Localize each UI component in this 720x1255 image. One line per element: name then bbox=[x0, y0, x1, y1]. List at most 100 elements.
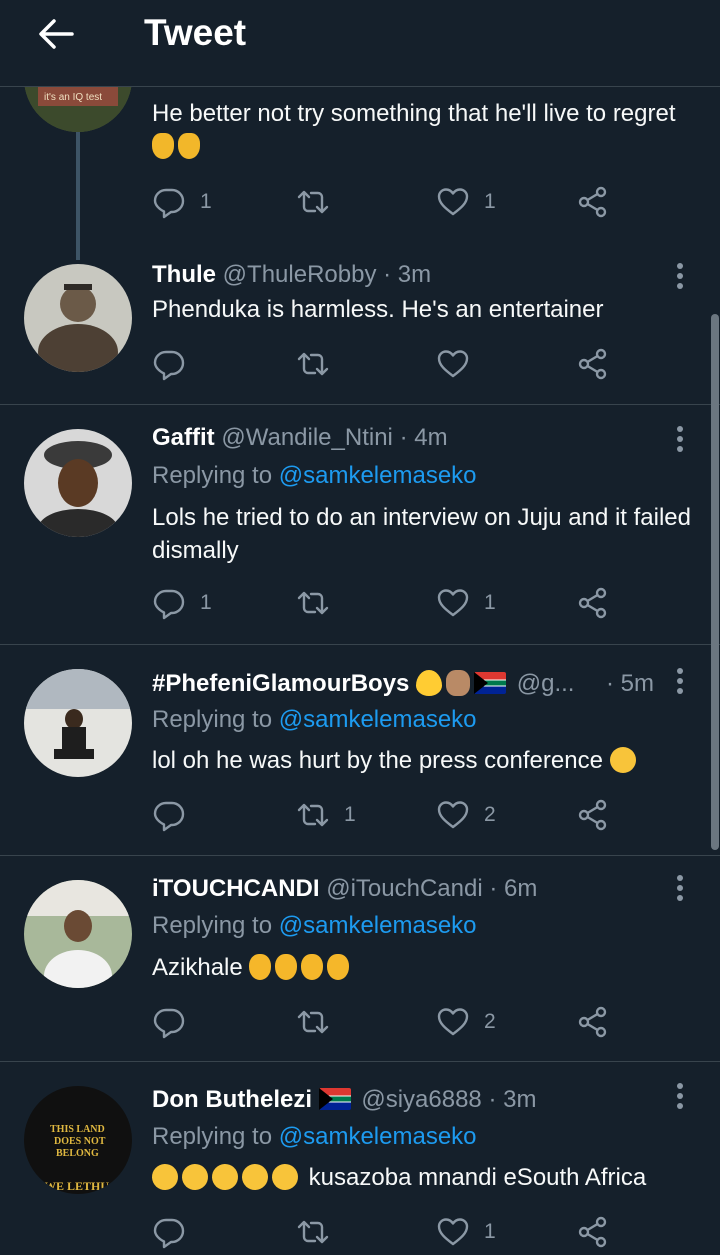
thread-line bbox=[76, 132, 80, 260]
top-bar: Tweet bbox=[0, 0, 720, 87]
avatar[interactable] bbox=[24, 264, 132, 372]
retweet-icon bbox=[296, 185, 330, 219]
replying-to: Replying to @samkelemaseko bbox=[152, 706, 477, 733]
retweet-icon bbox=[296, 798, 330, 832]
like-button[interactable]: 1 bbox=[436, 583, 496, 623]
timestamp: · 6m bbox=[489, 875, 538, 902]
share-button[interactable] bbox=[576, 795, 610, 835]
user-name[interactable]: iTOUCHCANDI bbox=[152, 875, 320, 902]
tweet-item[interactable]: Gaffit @Wandile_Ntini · 4m Replying to @… bbox=[0, 405, 720, 645]
ok-hand-emoji bbox=[275, 954, 298, 980]
crossed-fingers-emoji bbox=[152, 133, 174, 159]
retweet-button[interactable] bbox=[296, 344, 344, 384]
ok-hand-emoji bbox=[301, 954, 324, 980]
more-icon bbox=[677, 1083, 683, 1109]
user-name[interactable]: Thule bbox=[152, 261, 216, 288]
user-name[interactable]: #PhefeniGlamourBoys bbox=[152, 670, 409, 697]
user-handle[interactable]: @ThuleRobby bbox=[223, 261, 377, 288]
more-button[interactable] bbox=[664, 872, 696, 904]
ok-hand-emoji bbox=[327, 954, 350, 980]
user-handle[interactable]: @Wandile_Ntini bbox=[221, 424, 393, 451]
scrollbar[interactable] bbox=[711, 314, 719, 850]
avatar[interactable]: THIS LAND DOES NOT BELONG WE LETHU bbox=[24, 1086, 132, 1194]
user-handle[interactable]: @g... bbox=[517, 670, 575, 697]
reply-icon bbox=[152, 586, 186, 620]
back-button[interactable] bbox=[36, 14, 76, 54]
retweet-button[interactable] bbox=[296, 583, 344, 623]
user-name[interactable]: Don Buthelezi bbox=[152, 1086, 312, 1113]
reply-button[interactable]: 1 bbox=[152, 583, 212, 623]
more-button[interactable] bbox=[664, 423, 696, 455]
tweet-item[interactable]: #PhefeniGlamourBoys @g... · 5m Replying … bbox=[0, 645, 720, 856]
reply-to-link[interactable]: @samkelemaseko bbox=[279, 462, 477, 489]
svg-text:DOES NOT: DOES NOT bbox=[54, 1136, 106, 1147]
reply-to-link[interactable]: @samkelemaseko bbox=[279, 912, 477, 939]
rofl-emoji bbox=[147, 1159, 183, 1195]
tweet-actions: 2 bbox=[152, 1002, 622, 1042]
like-button[interactable]: 1 bbox=[436, 1212, 496, 1252]
share-button[interactable] bbox=[576, 1002, 610, 1042]
retweet-button[interactable] bbox=[296, 1002, 344, 1042]
retweet-button[interactable] bbox=[296, 1212, 344, 1252]
share-button[interactable] bbox=[576, 1212, 610, 1252]
share-icon bbox=[576, 347, 610, 381]
tweet-item[interactable]: Thule @ThuleRobby · 3m Phenduka is harml… bbox=[0, 250, 720, 405]
rofl-emoji bbox=[237, 1159, 273, 1195]
reply-icon bbox=[152, 347, 186, 381]
tweet-text: lol oh he was hurt by the press conferen… bbox=[152, 744, 692, 777]
reply-icon bbox=[152, 798, 186, 832]
like-button[interactable]: 2 bbox=[436, 1002, 496, 1042]
retweet-button[interactable]: 1 bbox=[296, 795, 356, 835]
tweet-meta: Don Buthelezi @siya6888 · 3m bbox=[152, 1085, 536, 1115]
tweet-item[interactable]: iTOUCHCANDI @iTouchCandi · 6m Replying t… bbox=[0, 856, 720, 1062]
more-button[interactable] bbox=[664, 260, 696, 292]
replie-count: 1 bbox=[200, 591, 212, 614]
tweet-actions bbox=[152, 344, 622, 384]
reply-button[interactable] bbox=[152, 344, 200, 384]
reply-to-link[interactable]: @samkelemaseko bbox=[279, 1123, 477, 1150]
avatar[interactable] bbox=[24, 880, 132, 988]
tweet-text: kusazoba mnandi eSouth Africa bbox=[147, 1159, 692, 1195]
more-button[interactable] bbox=[664, 665, 696, 697]
like-icon bbox=[436, 1215, 470, 1249]
retweet-icon bbox=[296, 1215, 330, 1249]
tweet-actions: 11 bbox=[152, 182, 622, 222]
timestamp: · 3m bbox=[383, 261, 432, 288]
like-button[interactable]: 2 bbox=[436, 795, 496, 835]
retweet-button[interactable] bbox=[296, 182, 344, 222]
share-button[interactable] bbox=[576, 344, 610, 384]
share-button[interactable] bbox=[576, 583, 610, 623]
replying-to: Replying to @samkelemaseko bbox=[152, 912, 477, 939]
user-name[interactable]: Gaffit bbox=[152, 424, 215, 451]
back-arrow-icon bbox=[39, 19, 74, 49]
svg-text:WE LETHU: WE LETHU bbox=[44, 1179, 109, 1193]
reply-to-link[interactable]: @samkelemaseko bbox=[279, 706, 477, 733]
like-button[interactable]: 1 bbox=[436, 182, 496, 222]
reply-icon bbox=[152, 1215, 186, 1249]
tweet-item[interactable]: THIS LAND DOES NOT BELONG WE LETHU Don B… bbox=[0, 1062, 720, 1255]
more-icon bbox=[677, 263, 683, 289]
like-icon bbox=[436, 798, 470, 832]
share-icon bbox=[576, 798, 610, 832]
user-handle[interactable]: @iTouchCandi bbox=[326, 875, 482, 902]
tweet-text: Lols he tried to do an interview on Juju… bbox=[152, 504, 692, 564]
tweet-actions: 11 bbox=[152, 583, 622, 623]
south-africa-flag-emoji bbox=[318, 1088, 351, 1110]
tweet-meta: iTOUCHCANDI @iTouchCandi · 6m bbox=[152, 874, 537, 904]
share-button[interactable] bbox=[576, 182, 610, 222]
crossed-fingers-emoji bbox=[178, 133, 200, 159]
avatar[interactable] bbox=[24, 669, 132, 777]
reply-button[interactable] bbox=[152, 1212, 200, 1252]
user-handle[interactable]: @siya6888 bbox=[361, 1086, 481, 1113]
like-count: 2 bbox=[484, 1010, 496, 1033]
rofl-emoji bbox=[177, 1159, 213, 1195]
more-button[interactable] bbox=[664, 1080, 696, 1112]
like-button[interactable] bbox=[436, 344, 484, 384]
reply-button[interactable] bbox=[152, 1002, 200, 1042]
more-icon bbox=[677, 426, 683, 452]
reply-button[interactable]: 1 bbox=[152, 182, 212, 222]
tweet-text: Azikhale bbox=[152, 951, 692, 984]
reply-button[interactable] bbox=[152, 795, 200, 835]
like-icon bbox=[436, 347, 470, 381]
avatar[interactable] bbox=[24, 429, 132, 537]
